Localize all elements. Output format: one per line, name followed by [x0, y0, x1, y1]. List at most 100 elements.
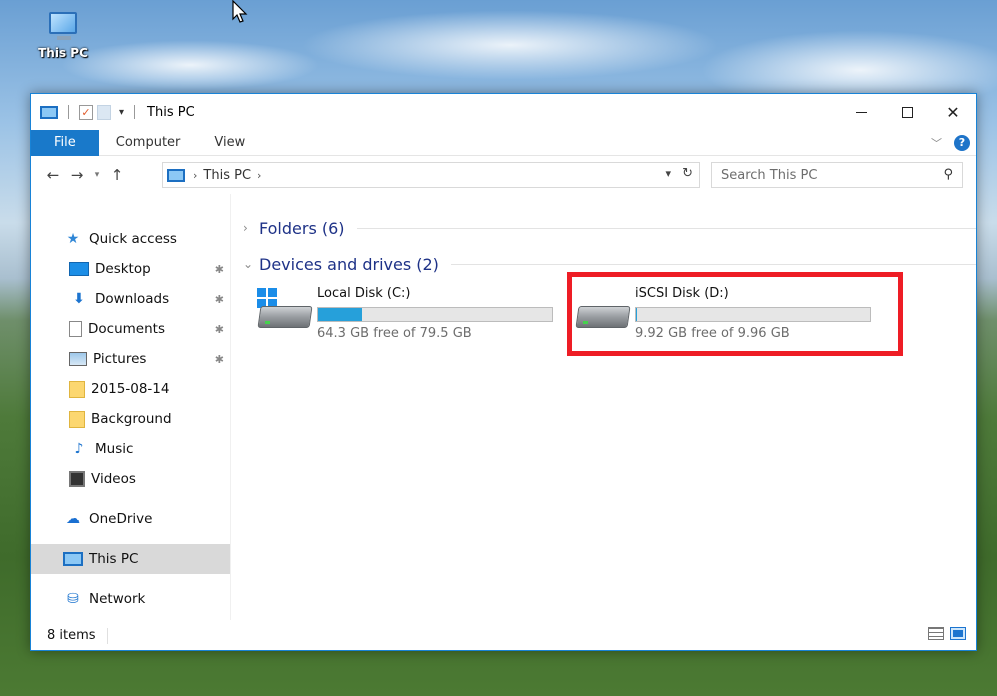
nav-item-desktop[interactable]: Desktop ✱ — [31, 254, 230, 284]
nav-item-downloads[interactable]: ⬇ Downloads ✱ — [31, 284, 230, 314]
maximize-button[interactable] — [884, 94, 930, 130]
breadcrumb-this-pc[interactable]: This PC — [203, 168, 251, 183]
nav-item-label: OneDrive — [89, 511, 153, 527]
address-box[interactable]: › This PC › ▾ ↻ — [162, 162, 700, 188]
minimize-button[interactable] — [838, 94, 884, 130]
file-explorer-window: ✓ ▾ This PC ✕ File Computer View ﹀ ? ← →… — [30, 93, 977, 651]
pin-icon: ✱ — [214, 292, 224, 306]
star-icon: ★ — [66, 231, 80, 247]
recent-locations-chevron-icon[interactable]: ▾ — [89, 170, 105, 180]
up-arrow-icon[interactable]: ↑ — [105, 166, 129, 184]
help-icon[interactable]: ? — [954, 135, 970, 151]
item-count: 8 items — [47, 627, 96, 643]
search-box[interactable]: Search This PC ⚲ — [711, 162, 963, 188]
nav-item-label: Pictures — [93, 351, 147, 367]
group-header-folders[interactable]: › Folders (6) — [241, 210, 976, 246]
customize-toolbar-dropdown[interactable]: ▾ — [119, 107, 124, 118]
drive-usage-fill — [636, 308, 637, 321]
nav-item-quick-access[interactable]: ★ Quick access — [31, 224, 230, 254]
drive-item-local-disk-c[interactable]: Local Disk (C:) 64.3 GB free of 79.5 GB — [255, 284, 573, 342]
view-switcher — [928, 627, 966, 640]
search-icon[interactable]: ⚲ — [943, 167, 953, 182]
quick-access-toolbar: ✓ ▾ — [31, 104, 141, 120]
drive-name: Local Disk (C:) — [317, 286, 411, 301]
drive-item-iscsi-disk-d[interactable]: iSCSI Disk (D:) 9.92 GB free of 9.96 GB — [567, 272, 903, 356]
chevron-right-icon: › — [243, 221, 248, 235]
chevron-down-icon: ⌄ — [243, 257, 254, 271]
group-title: Folders (6) — [259, 218, 345, 238]
nav-item-pictures[interactable]: Pictures ✱ — [31, 344, 230, 374]
nav-item-folder-background[interactable]: Background — [31, 404, 230, 434]
forward-arrow-icon[interactable]: → — [65, 166, 89, 184]
close-icon: ✕ — [946, 102, 960, 122]
pin-icon: ✱ — [214, 352, 224, 366]
computer-icon — [63, 552, 83, 566]
pin-icon: ✱ — [214, 262, 224, 276]
address-history-dropdown-icon[interactable]: ▾ — [665, 167, 671, 180]
nav-item-network[interactable]: ⛁ Network — [31, 584, 230, 614]
content-area: ★ Quick access Desktop ✱ ⬇ Downloads ✱ D… — [31, 194, 976, 620]
drive-free-space: 64.3 GB free of 79.5 GB — [317, 326, 472, 341]
window-title: This PC — [147, 104, 195, 120]
nav-item-label: Music — [95, 441, 134, 457]
breadcrumb-separator-icon[interactable]: › — [257, 169, 261, 182]
video-icon — [69, 471, 85, 487]
desktop-icon-this-pc[interactable]: This PC — [33, 8, 93, 60]
breadcrumb-separator-icon[interactable]: › — [193, 169, 197, 182]
new-folder-icon[interactable] — [97, 104, 111, 120]
computer-icon — [167, 168, 185, 182]
folder-icon — [69, 380, 85, 398]
hard-drive-icon — [573, 284, 635, 336]
group-header-devices[interactable]: ⌄ Devices and drives (2) — [241, 246, 976, 282]
drive-free-space: 9.92 GB free of 9.96 GB — [635, 326, 790, 341]
drive-usage-bar — [635, 307, 871, 322]
minimize-icon — [855, 111, 867, 113]
expand-ribbon-chevron-icon[interactable]: ﹀ — [931, 135, 942, 151]
status-bar: 8 items — [31, 620, 976, 650]
nav-item-label: 2015-08-14 — [91, 381, 170, 397]
desktop-icon — [69, 262, 89, 276]
refresh-icon[interactable]: ↻ — [682, 166, 693, 181]
nav-item-label: Videos — [91, 471, 136, 487]
group-title: Devices and drives (2) — [259, 254, 439, 274]
tab-computer[interactable]: Computer — [99, 130, 198, 156]
nav-item-onedrive[interactable]: ☁ OneDrive — [31, 504, 230, 534]
nav-item-documents[interactable]: Documents ✱ — [31, 314, 230, 344]
nav-item-label: Desktop — [95, 261, 151, 277]
details-view-icon[interactable] — [928, 627, 944, 640]
cloud — [300, 10, 720, 80]
properties-icon[interactable]: ✓ — [79, 104, 93, 120]
computer-icon — [49, 12, 77, 40]
navigation-pane: ★ Quick access Desktop ✱ ⬇ Downloads ✱ D… — [31, 194, 231, 620]
address-bar-row: ← → ▾ ↑ › This PC › ▾ ↻ Search This PC ⚲ — [31, 156, 976, 194]
nav-item-label: Quick access — [89, 231, 177, 247]
close-button[interactable]: ✕ — [930, 94, 976, 130]
title-bar[interactable]: ✓ ▾ This PC ✕ — [31, 94, 976, 130]
tab-view[interactable]: View — [197, 130, 262, 156]
nav-item-music[interactable]: ♪ Music — [31, 434, 230, 464]
search-placeholder: Search This PC — [721, 167, 818, 183]
windows-logo-icon — [257, 288, 277, 308]
nav-item-this-pc[interactable]: This PC — [31, 544, 230, 574]
large-icons-view-icon[interactable] — [950, 627, 966, 640]
maximize-icon — [901, 106, 913, 118]
drive-name: iSCSI Disk (D:) — [635, 286, 729, 301]
nav-item-label: Network — [89, 591, 146, 607]
desktop-icon-label: This PC — [38, 46, 88, 60]
back-arrow-icon[interactable]: ← — [41, 166, 65, 184]
hard-drive-icon — [255, 284, 317, 336]
nav-item-label: This PC — [89, 551, 139, 567]
network-icon: ⛁ — [67, 591, 79, 607]
main-pane: › Folders (6) ⌄ Devices and drives (2) L… — [231, 194, 976, 620]
document-icon — [69, 321, 82, 337]
computer-icon — [40, 105, 58, 119]
drives-list: Local Disk (C:) 64.3 GB free of 79.5 GB — [241, 272, 976, 356]
nav-item-folder-2015-08-14[interactable]: 2015-08-14 — [31, 374, 230, 404]
cloud-icon: ☁ — [66, 511, 80, 527]
ribbon-tabs: File Computer View ﹀ ? — [31, 129, 976, 156]
cloud — [60, 40, 320, 90]
nav-item-videos[interactable]: Videos — [31, 464, 230, 494]
drive-usage-fill — [318, 308, 363, 321]
music-note-icon: ♪ — [74, 441, 84, 457]
tab-file[interactable]: File — [31, 129, 99, 156]
